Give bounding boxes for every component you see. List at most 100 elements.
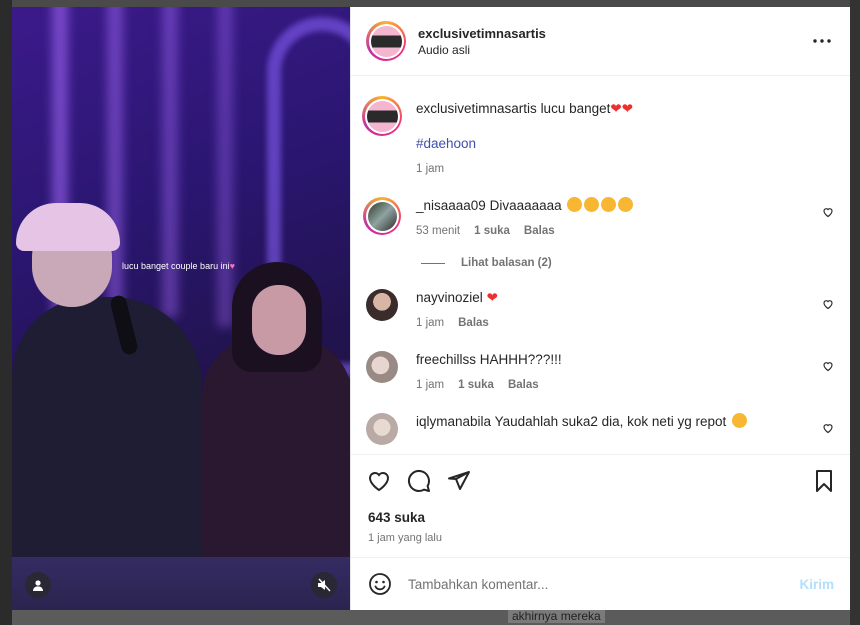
like-count[interactable]: 643 suka bbox=[351, 506, 850, 525]
reply-button[interactable]: Balas bbox=[458, 317, 489, 329]
avatar-border bbox=[368, 23, 404, 59]
commenter-avatar[interactable] bbox=[366, 289, 398, 321]
comment-username[interactable]: freechillss bbox=[416, 352, 476, 367]
avatar-image bbox=[366, 100, 398, 132]
user-icon bbox=[33, 580, 43, 591]
comment-meta: 53 menit 1 suka Balas bbox=[416, 225, 834, 237]
author-username[interactable]: exclusivetimnasartis bbox=[418, 26, 810, 41]
comment-text: iqlymanabila Yaudahlah suka2 dia, kok ne… bbox=[416, 413, 834, 431]
post-modal: lucu banget couple baru ini♥ exclusiveti… bbox=[12, 7, 850, 610]
post-header: exclusivetimnasartis Audio asli bbox=[351, 7, 850, 76]
comment-username[interactable]: nayvinoziel bbox=[416, 290, 483, 305]
star-eyes-emoji-icon bbox=[618, 197, 634, 212]
post-panel: exclusivetimnasartis Audio asli exclusiv… bbox=[350, 7, 850, 610]
add-comment-bar: Kirim bbox=[351, 557, 850, 610]
red-heart-emoji-icon: ❤ bbox=[621, 101, 633, 116]
comment-time: 1 jam bbox=[416, 379, 445, 391]
caption-meta: 1 jam bbox=[416, 163, 834, 175]
view-replies-label: Lihat balasan (2) bbox=[461, 257, 552, 269]
heart-emoji-icon: ♥ bbox=[229, 261, 235, 271]
mute-button[interactable] bbox=[311, 572, 337, 598]
reply-button[interactable]: Balas bbox=[508, 379, 539, 391]
reel-video[interactable]: lucu banget couple baru ini♥ bbox=[12, 7, 350, 610]
comment-text: nayvinoziel ❤ bbox=[416, 289, 834, 307]
muted-speaker-icon bbox=[318, 578, 331, 592]
comment-body: _nisaaaa09 Divaaaaaaa 53 menit 1 suka Ba… bbox=[416, 197, 834, 237]
audio-label[interactable]: Audio asli bbox=[418, 43, 810, 57]
cap bbox=[16, 203, 120, 251]
caption-time: 1 jam bbox=[416, 163, 445, 175]
avatar-image bbox=[370, 25, 402, 57]
avatar-image bbox=[367, 201, 397, 231]
replies-line bbox=[421, 262, 445, 264]
person-right-face bbox=[252, 285, 306, 355]
caption: exclusivetimnasartis lucu banget❤❤ #daeh… bbox=[362, 96, 834, 175]
video-overlay-label: lucu banget couple baru ini bbox=[122, 261, 230, 271]
action-bar bbox=[351, 454, 850, 506]
caption-avatar[interactable] bbox=[362, 96, 402, 136]
caption-message: lucu banget bbox=[540, 101, 611, 116]
commenter-avatar[interactable] bbox=[366, 413, 398, 445]
like-comment-heart-icon[interactable] bbox=[822, 422, 834, 434]
laughing-emoji-icon bbox=[731, 413, 747, 428]
comment-item: iqlymanabila Yaudahlah suka2 dia, kok ne… bbox=[366, 413, 834, 445]
comment-body: iqlymanabila Yaudahlah suka2 dia, kok ne… bbox=[416, 413, 834, 445]
caption-text: exclusivetimnasartis lucu banget❤❤ bbox=[416, 100, 834, 118]
comment-meta: 1 jam Balas bbox=[416, 317, 834, 329]
background-caption: akhirnya mereka bbox=[508, 609, 605, 623]
star-eyes-emoji-icon bbox=[584, 197, 600, 212]
comment-likes[interactable]: 1 suka bbox=[458, 379, 494, 391]
comment-body: freechillss HAHHH???!!! 1 jam 1 suka Bal… bbox=[416, 351, 834, 391]
comment-item: freechillss HAHHH???!!! 1 jam 1 suka Bal… bbox=[366, 351, 834, 391]
comment-text: _nisaaaa09 Divaaaaaaa bbox=[416, 197, 834, 215]
tagged-users-button[interactable] bbox=[25, 572, 51, 598]
bookmark-icon[interactable] bbox=[812, 469, 836, 493]
like-comment-heart-icon[interactable] bbox=[822, 298, 834, 310]
background-tile bbox=[12, 610, 850, 625]
red-heart-emoji-icon: ❤ bbox=[486, 290, 498, 305]
like-comment-heart-icon[interactable] bbox=[822, 360, 834, 372]
author-avatar[interactable] bbox=[366, 21, 406, 61]
background-tile bbox=[850, 0, 860, 625]
comment-time: 1 jam bbox=[416, 317, 445, 329]
person-left bbox=[12, 297, 202, 557]
comment-body: nayvinoziel ❤ 1 jam Balas bbox=[416, 289, 834, 329]
comment-username[interactable]: iqlymanabila bbox=[416, 414, 491, 429]
comment-message: Divaaaaaaa bbox=[489, 198, 562, 213]
comment-meta: 1 jam 1 suka Balas bbox=[416, 379, 834, 391]
comments-list[interactable]: exclusivetimnasartis lucu banget❤❤ #daeh… bbox=[351, 76, 850, 454]
like-comment-heart-icon[interactable] bbox=[822, 206, 834, 218]
comment-message: HAHHH???!!! bbox=[479, 352, 562, 367]
commenter-avatar[interactable] bbox=[363, 197, 401, 235]
comment-item: nayvinoziel ❤ 1 jam Balas bbox=[366, 289, 834, 329]
post-timestamp: 1 jam yang lalu bbox=[368, 532, 442, 544]
share-icon[interactable] bbox=[447, 469, 471, 493]
star-eyes-emoji-icon bbox=[567, 197, 583, 212]
red-heart-emoji-icon: ❤ bbox=[610, 101, 622, 116]
comment-text: freechillss HAHHH???!!! bbox=[416, 351, 834, 369]
comment-icon[interactable] bbox=[407, 469, 431, 493]
comment-item: _nisaaaa09 Divaaaaaaa 53 menit 1 suka Ba… bbox=[363, 197, 834, 237]
comment-username[interactable]: _nisaaaa09 bbox=[416, 198, 486, 213]
more-horizontal-icon bbox=[813, 39, 831, 43]
emoji-icon[interactable] bbox=[368, 572, 392, 596]
comment-message: Yaudahlah suka2 dia, kok neti yg repot bbox=[494, 414, 727, 429]
like-heart-icon[interactable] bbox=[367, 469, 391, 493]
hashtag-link[interactable]: #daehoon bbox=[416, 136, 834, 151]
caption-username[interactable]: exclusivetimnasartis bbox=[416, 101, 537, 116]
comment-time: 53 menit bbox=[416, 225, 461, 237]
star-eyes-emoji-icon bbox=[601, 197, 617, 212]
comment-input[interactable] bbox=[408, 576, 800, 592]
send-comment-button[interactable]: Kirim bbox=[799, 577, 834, 592]
avatar-border bbox=[364, 98, 400, 134]
commenter-avatar[interactable] bbox=[366, 351, 398, 383]
background-tile bbox=[0, 0, 12, 625]
video-overlay-text: lucu banget couple baru ini♥ bbox=[122, 261, 235, 271]
comment-likes[interactable]: 1 suka bbox=[474, 225, 510, 237]
light-strip bbox=[217, 7, 233, 327]
more-options-button[interactable] bbox=[810, 29, 834, 53]
view-replies-button[interactable]: Lihat balasan (2) bbox=[421, 257, 834, 269]
reply-button[interactable]: Balas bbox=[524, 225, 555, 237]
avatar-border bbox=[365, 199, 399, 233]
caption-body: exclusivetimnasartis lucu banget❤❤ #daeh… bbox=[416, 96, 834, 175]
